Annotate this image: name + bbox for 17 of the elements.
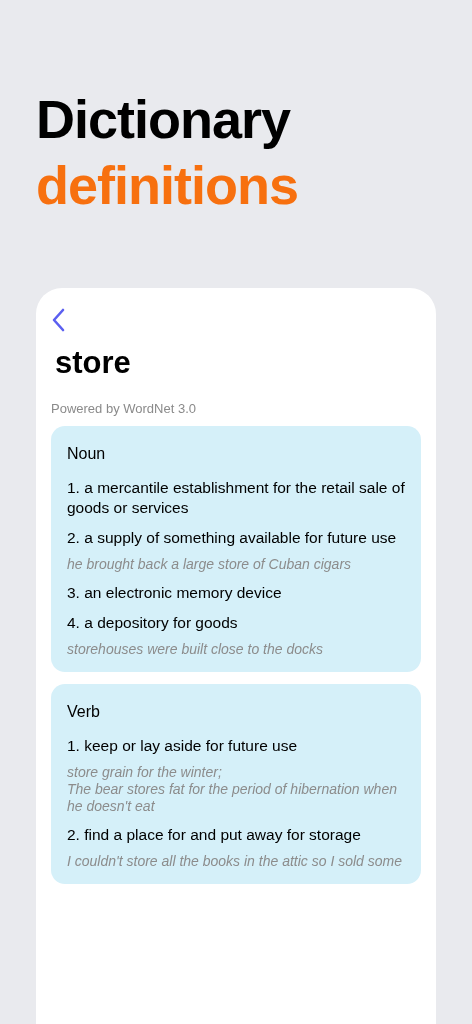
back-icon [51,308,65,332]
example-text: storehouses were built close to the docks [67,641,325,658]
definition-text: 1. a mercantile establishment for the retail sale of goods or services [67,478,405,518]
part-of-speech: Verb [67,702,101,722]
word-title: store [55,344,132,382]
definition-text: 2. a supply of something available for future use [67,528,398,548]
definition-text: 4. a depository for goods [67,613,239,633]
attribution: Powered by WordNet 3.0 [51,399,197,418]
headline-accent: definitions [36,154,299,217]
definition-text: 3. an electronic memory device [67,583,283,603]
example-text: store grain for the winter; The bear stores fat for the period of hibernation when he doesn't eat [67,764,398,815]
part-of-speech: Noun [67,444,107,464]
example-text: he brought back a large store of Cuban cigars [67,556,353,573]
headline: Dictionary [36,88,292,151]
definition-text: 2. find a place for and put away for storage [67,825,362,845]
definition-text: 1. keep or lay aside for future use [67,736,299,756]
example-text: I couldn't store all the books in the attic so I sold some [67,853,403,870]
